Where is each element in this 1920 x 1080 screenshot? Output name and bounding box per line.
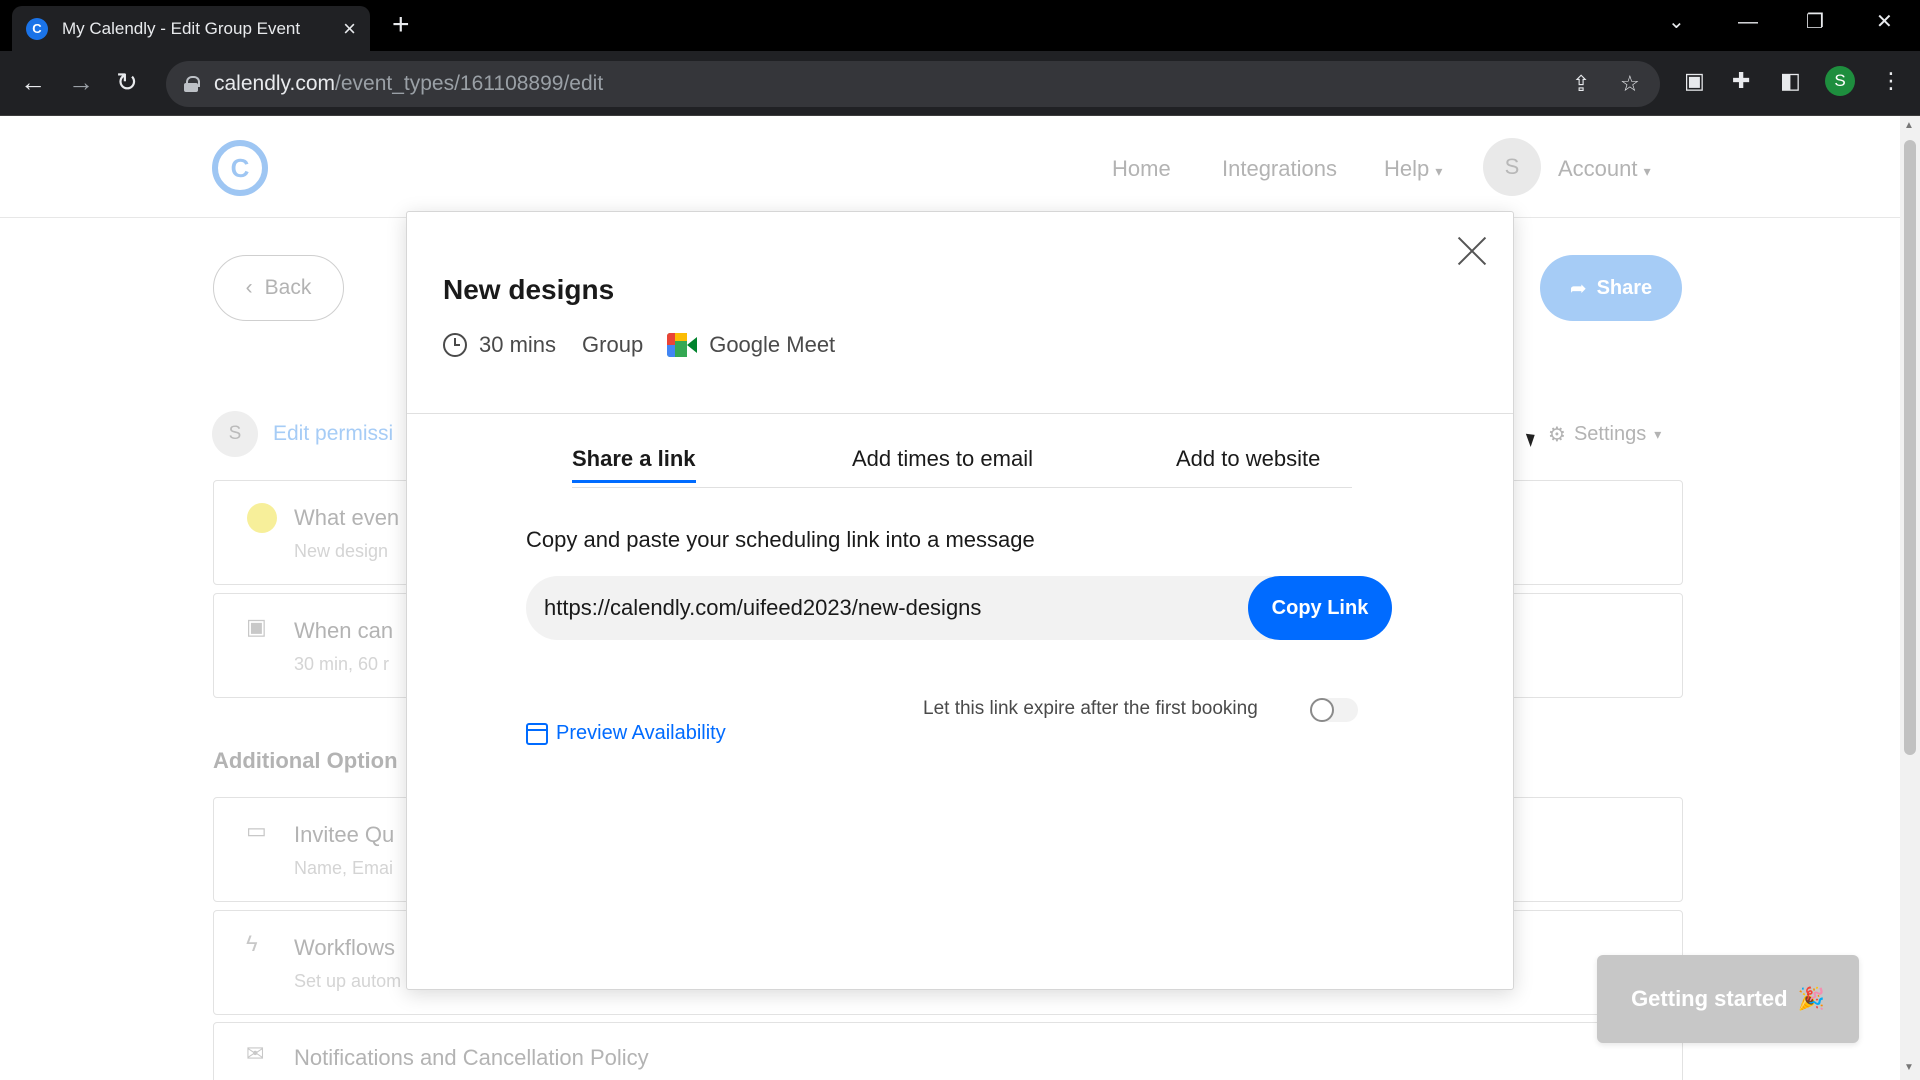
url-host: calendly.com [214, 72, 335, 95]
card-subtitle: New design [294, 541, 389, 561]
scroll-up-arrow-icon[interactable]: ▲ [1904, 120, 1914, 131]
google-meet-icon [667, 333, 698, 357]
event-meta: 30 mins Group Google Meet [443, 332, 835, 358]
browser-menu-icon[interactable]: ⋮ [1880, 69, 1902, 93]
tab-add-times-to-email[interactable]: Add times to email [852, 446, 1033, 472]
scroll-thumb[interactable] [1904, 140, 1916, 755]
share-page-icon[interactable]: ⇪ [1572, 73, 1590, 95]
modal-title: New designs [443, 274, 615, 305]
browser-tab-bar: C My Calendly - Edit Group Event × + ⌄ —… [0, 0, 1920, 51]
lock-icon[interactable] [184, 76, 200, 92]
calendly-logo-icon[interactable]: C [212, 140, 268, 196]
form-icon: ▭ [246, 818, 267, 843]
clock-icon [443, 333, 467, 357]
new-tab-icon[interactable]: + [392, 10, 410, 40]
back-button[interactable]: ‹ Back [213, 255, 344, 321]
minimize-icon[interactable]: — [1738, 10, 1758, 34]
page-scrollbar[interactable]: ▲ ▼ [1900, 116, 1920, 1080]
chevron-down-icon: ▾ [1643, 163, 1651, 179]
scroll-down-arrow-icon[interactable]: ▼ [1904, 1062, 1914, 1073]
chevron-down-icon: ▾ [1654, 426, 1662, 442]
profile-avatar[interactable]: S [1825, 66, 1855, 96]
settings-label: Settings [1573, 423, 1647, 445]
preview-label: Preview Availability [556, 722, 726, 744]
back-label: Back [264, 276, 312, 299]
duration: 30 mins [479, 332, 557, 357]
notifications-card[interactable]: ✉ Notifications and Cancellation Policy [213, 1022, 1683, 1080]
calendar-icon: ▣ [246, 614, 267, 639]
tab-title: My Calendly - Edit Group Event [62, 18, 301, 38]
getting-started-label: Getting started [1631, 986, 1788, 1011]
reload-icon[interactable]: ↻ [116, 67, 138, 97]
scheduling-link-box: Copy Link [526, 576, 1392, 640]
browser-toolbar: ← → ↻ calendly.com/event_types/161108899… [0, 51, 1920, 116]
card-title: When can [294, 618, 394, 643]
expire-link-label: Let this link expire after the first boo… [923, 698, 1258, 719]
nav-home[interactable]: Home [1112, 156, 1171, 182]
copy-link-button[interactable]: Copy Link [1248, 576, 1392, 640]
share-instruction: Copy and paste your scheduling link into… [526, 527, 1035, 552]
back-arrow-icon[interactable]: ← [20, 67, 46, 97]
page-content: C Home Integrations Help ▾ S Account ▾ ‹… [0, 116, 1900, 1080]
event-color-dot [247, 503, 277, 533]
nav-account-label: Account [1558, 156, 1638, 181]
nav-account[interactable]: Account ▾ [1558, 156, 1651, 182]
bookmark-star-icon[interactable]: ☆ [1620, 73, 1640, 95]
account-avatar[interactable]: S [1483, 138, 1541, 196]
restore-icon[interactable]: ❐ [1806, 10, 1824, 34]
card-title: Notifications and Cancellation Policy [294, 1045, 649, 1070]
card-title: What even [294, 505, 400, 530]
getting-started-button[interactable]: Getting started 🎉 [1597, 955, 1859, 1043]
preview-availability-link[interactable]: Preview Availability [526, 722, 726, 745]
forward-arrow-icon[interactable]: → [68, 67, 94, 97]
url-path: /event_types/161108899/edit [335, 72, 604, 95]
permission-avatar: S [212, 411, 258, 457]
mouse-cursor [1525, 431, 1539, 447]
card-subtitle: Set up autom [294, 971, 402, 991]
card-title: Invitee Qu [294, 822, 395, 847]
chevron-down-icon: ▾ [1435, 163, 1443, 179]
lightning-icon: ϟ [246, 931, 258, 956]
party-popper-icon: 🎉 [1797, 986, 1825, 1011]
additional-options-heading: Additional Option [213, 748, 398, 773]
settings-dropdown[interactable]: ⚙ Settings ▾ [1548, 422, 1661, 447]
tab-share-a-link[interactable]: Share a link [572, 446, 696, 483]
tab-close-icon[interactable]: × [343, 17, 356, 40]
card-subtitle: Name, Emai [294, 858, 394, 878]
modal-divider [407, 413, 1513, 414]
window-close-icon[interactable]: ✕ [1876, 10, 1893, 34]
browser-tab[interactable]: C My Calendly - Edit Group Event × [12, 6, 370, 51]
nav-help[interactable]: Help ▾ [1384, 156, 1442, 182]
edit-permissions-link[interactable]: Edit permissi [273, 422, 393, 446]
event-type: Group [582, 332, 644, 357]
expire-link-toggle[interactable] [1310, 698, 1358, 722]
chevron-left-icon: ‹ [245, 276, 253, 299]
calendly-favicon-icon: C [26, 17, 48, 40]
close-icon[interactable] [1452, 230, 1492, 270]
app-header: C Home Integrations Help ▾ S Account ▾ [0, 116, 1900, 218]
gear-icon: ⚙ [1548, 424, 1566, 446]
nav-help-label: Help [1384, 156, 1430, 181]
card-subtitle: 30 min, 60 r [294, 654, 390, 674]
share-button[interactable]: ➦ Share [1540, 255, 1682, 321]
tab-search-icon[interactable]: ⌄ [1668, 10, 1685, 34]
side-panel-icon[interactable]: ◧ [1780, 69, 1801, 93]
nav-integrations[interactable]: Integrations [1222, 156, 1337, 182]
share-tabs: Share a link Add times to email Add to w… [572, 446, 1352, 488]
share-modal: New designs 30 mins Group Google Meet Sh… [406, 211, 1514, 990]
calendar-icon [526, 722, 548, 745]
share-label: Share [1596, 276, 1653, 299]
card-title: Workflows [294, 935, 396, 960]
toggle-knob [1310, 698, 1334, 722]
scheduling-link-input[interactable] [544, 576, 1224, 640]
address-bar[interactable]: calendly.com/event_types/161108899/edit … [166, 61, 1660, 107]
location: Google Meet [709, 332, 836, 357]
extensions-puzzle-icon[interactable]: ✚ [1732, 69, 1750, 93]
extension-notification-icon[interactable]: ▣ [1684, 69, 1705, 93]
share-arrow-icon: ➦ [1569, 277, 1587, 300]
tab-add-to-website[interactable]: Add to website [1176, 446, 1320, 472]
envelope-icon: ✉ [246, 1041, 265, 1066]
